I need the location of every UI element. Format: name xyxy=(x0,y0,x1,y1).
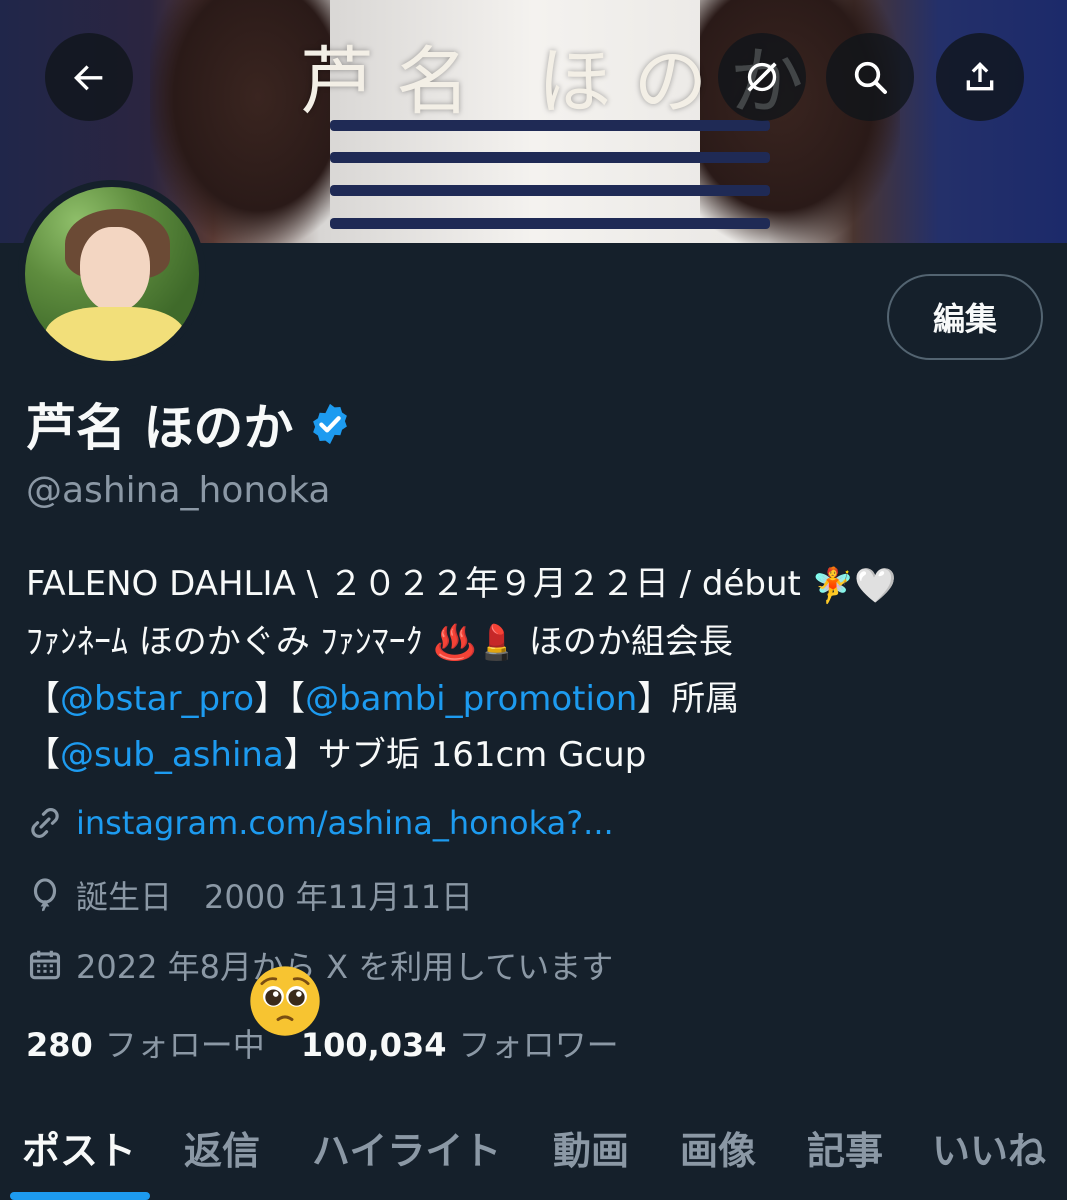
bio-line: 【@bstar_pro】【@bambi_promotion】所属 xyxy=(26,671,1056,727)
link-icon xyxy=(31,808,59,838)
banner-stripe xyxy=(330,218,770,229)
tab-articles[interactable]: 記事 xyxy=(807,1120,883,1175)
tab-posts[interactable]: ポスト xyxy=(22,1120,136,1175)
tab-highlights[interactable]: ハイライト xyxy=(312,1120,501,1175)
bio-line: 【@sub_ashina】サブ垢 161cm Gcup xyxy=(26,727,1056,783)
search-icon xyxy=(854,61,887,94)
profile-name: 芦名 ほのか xyxy=(26,399,294,457)
bio-text: 【 xyxy=(26,735,60,775)
calendar-icon xyxy=(29,950,61,980)
followers-count: 100,034 xyxy=(300,1026,447,1064)
website-link[interactable]: instagram.com/ashina_honoka?... xyxy=(76,804,614,842)
profile-name-row: 芦名 ほのか xyxy=(26,388,353,460)
tab-likes[interactable]: いいね xyxy=(932,1120,1046,1175)
hot-springs-lipstick-emoji: ♨️💄 xyxy=(433,623,519,663)
bio-text: 】【 xyxy=(254,679,306,719)
active-tab-indicator xyxy=(10,1192,150,1200)
mention-link[interactable]: @sub_ashina xyxy=(60,735,284,775)
search-button[interactable] xyxy=(826,33,914,121)
bio-text: 】所属 xyxy=(637,679,740,719)
avatar-face xyxy=(80,227,150,312)
bio-text: FALENO DAHLIA \ ２０２２年９月２２日 / début xyxy=(26,564,812,604)
bio-text: ほのか組会長 xyxy=(518,621,733,662)
avatar-dress xyxy=(45,307,185,361)
avatar[interactable] xyxy=(18,180,206,368)
arrow-left-icon xyxy=(74,65,103,91)
profile-handle: @ashina_honoka xyxy=(26,470,331,511)
verified-badge-icon[interactable] xyxy=(307,401,353,447)
profile-bio: FALENO DAHLIA \ ２０２２年９月２２日 / début 🧚🤍 ﾌｧ… xyxy=(26,556,1056,783)
grok-button[interactable] xyxy=(718,33,806,121)
bio-text: 【 xyxy=(26,679,60,719)
mention-link[interactable]: @bambi_promotion xyxy=(305,679,637,719)
followers-label: フォロワー xyxy=(458,1026,619,1064)
share-icon xyxy=(966,62,994,91)
following-link[interactable]: 280 フォロー中 xyxy=(26,1020,265,1066)
banner-stripe xyxy=(330,185,770,196)
bio-text: 】サブ垢 161cm Gcup xyxy=(283,735,647,775)
birthday-text: 誕生日 2000 年11月11日 xyxy=(76,878,474,916)
fairy-heart-emoji: 🧚🤍 xyxy=(811,565,897,606)
profile-tabs: ポスト 返信 ハイライト 動画 画像 記事 いいね xyxy=(0,1100,1067,1200)
profile-website-row: instagram.com/ashina_honoka?... xyxy=(26,804,614,842)
joined-text: 2022 年8月から X を利用しています xyxy=(76,948,614,986)
banner-stripe xyxy=(330,152,770,163)
followers-link[interactable]: 100,034 フォロワー xyxy=(301,1020,619,1066)
avatar-photo xyxy=(25,187,199,361)
bio-line: FALENO DAHLIA \ ２０２２年９月２２日 / début 🧚🤍 xyxy=(26,556,1056,614)
grok-icon xyxy=(747,62,777,92)
following-label: フォロー中 xyxy=(104,1026,265,1064)
pleading-face-emoji xyxy=(250,966,320,1036)
mention-link[interactable]: @bstar_pro xyxy=(60,679,254,719)
back-button[interactable] xyxy=(45,33,133,121)
following-count: 280 xyxy=(26,1026,93,1064)
balloon-icon xyxy=(33,878,57,912)
bio-text: ﾌｧﾝﾈｰﾑ ほのかぐみ ﾌｧﾝﾏｰｸ xyxy=(26,621,434,662)
share-button[interactable] xyxy=(936,33,1024,121)
tab-videos[interactable]: 動画 xyxy=(553,1120,629,1175)
edit-profile-button[interactable]: 編集 xyxy=(887,274,1043,360)
tab-replies[interactable]: 返信 xyxy=(184,1120,260,1175)
profile-birthday-row: 誕生日 2000 年11月11日 xyxy=(26,872,473,918)
tab-images[interactable]: 画像 xyxy=(680,1120,756,1175)
bio-line: ﾌｧﾝﾈｰﾑ ほのかぐみ ﾌｧﾝﾏｰｸ ♨️💄 ほのか組会長 xyxy=(26,614,1056,672)
follow-stats: 280 フォロー中 100,034 フォロワー xyxy=(26,1020,619,1066)
